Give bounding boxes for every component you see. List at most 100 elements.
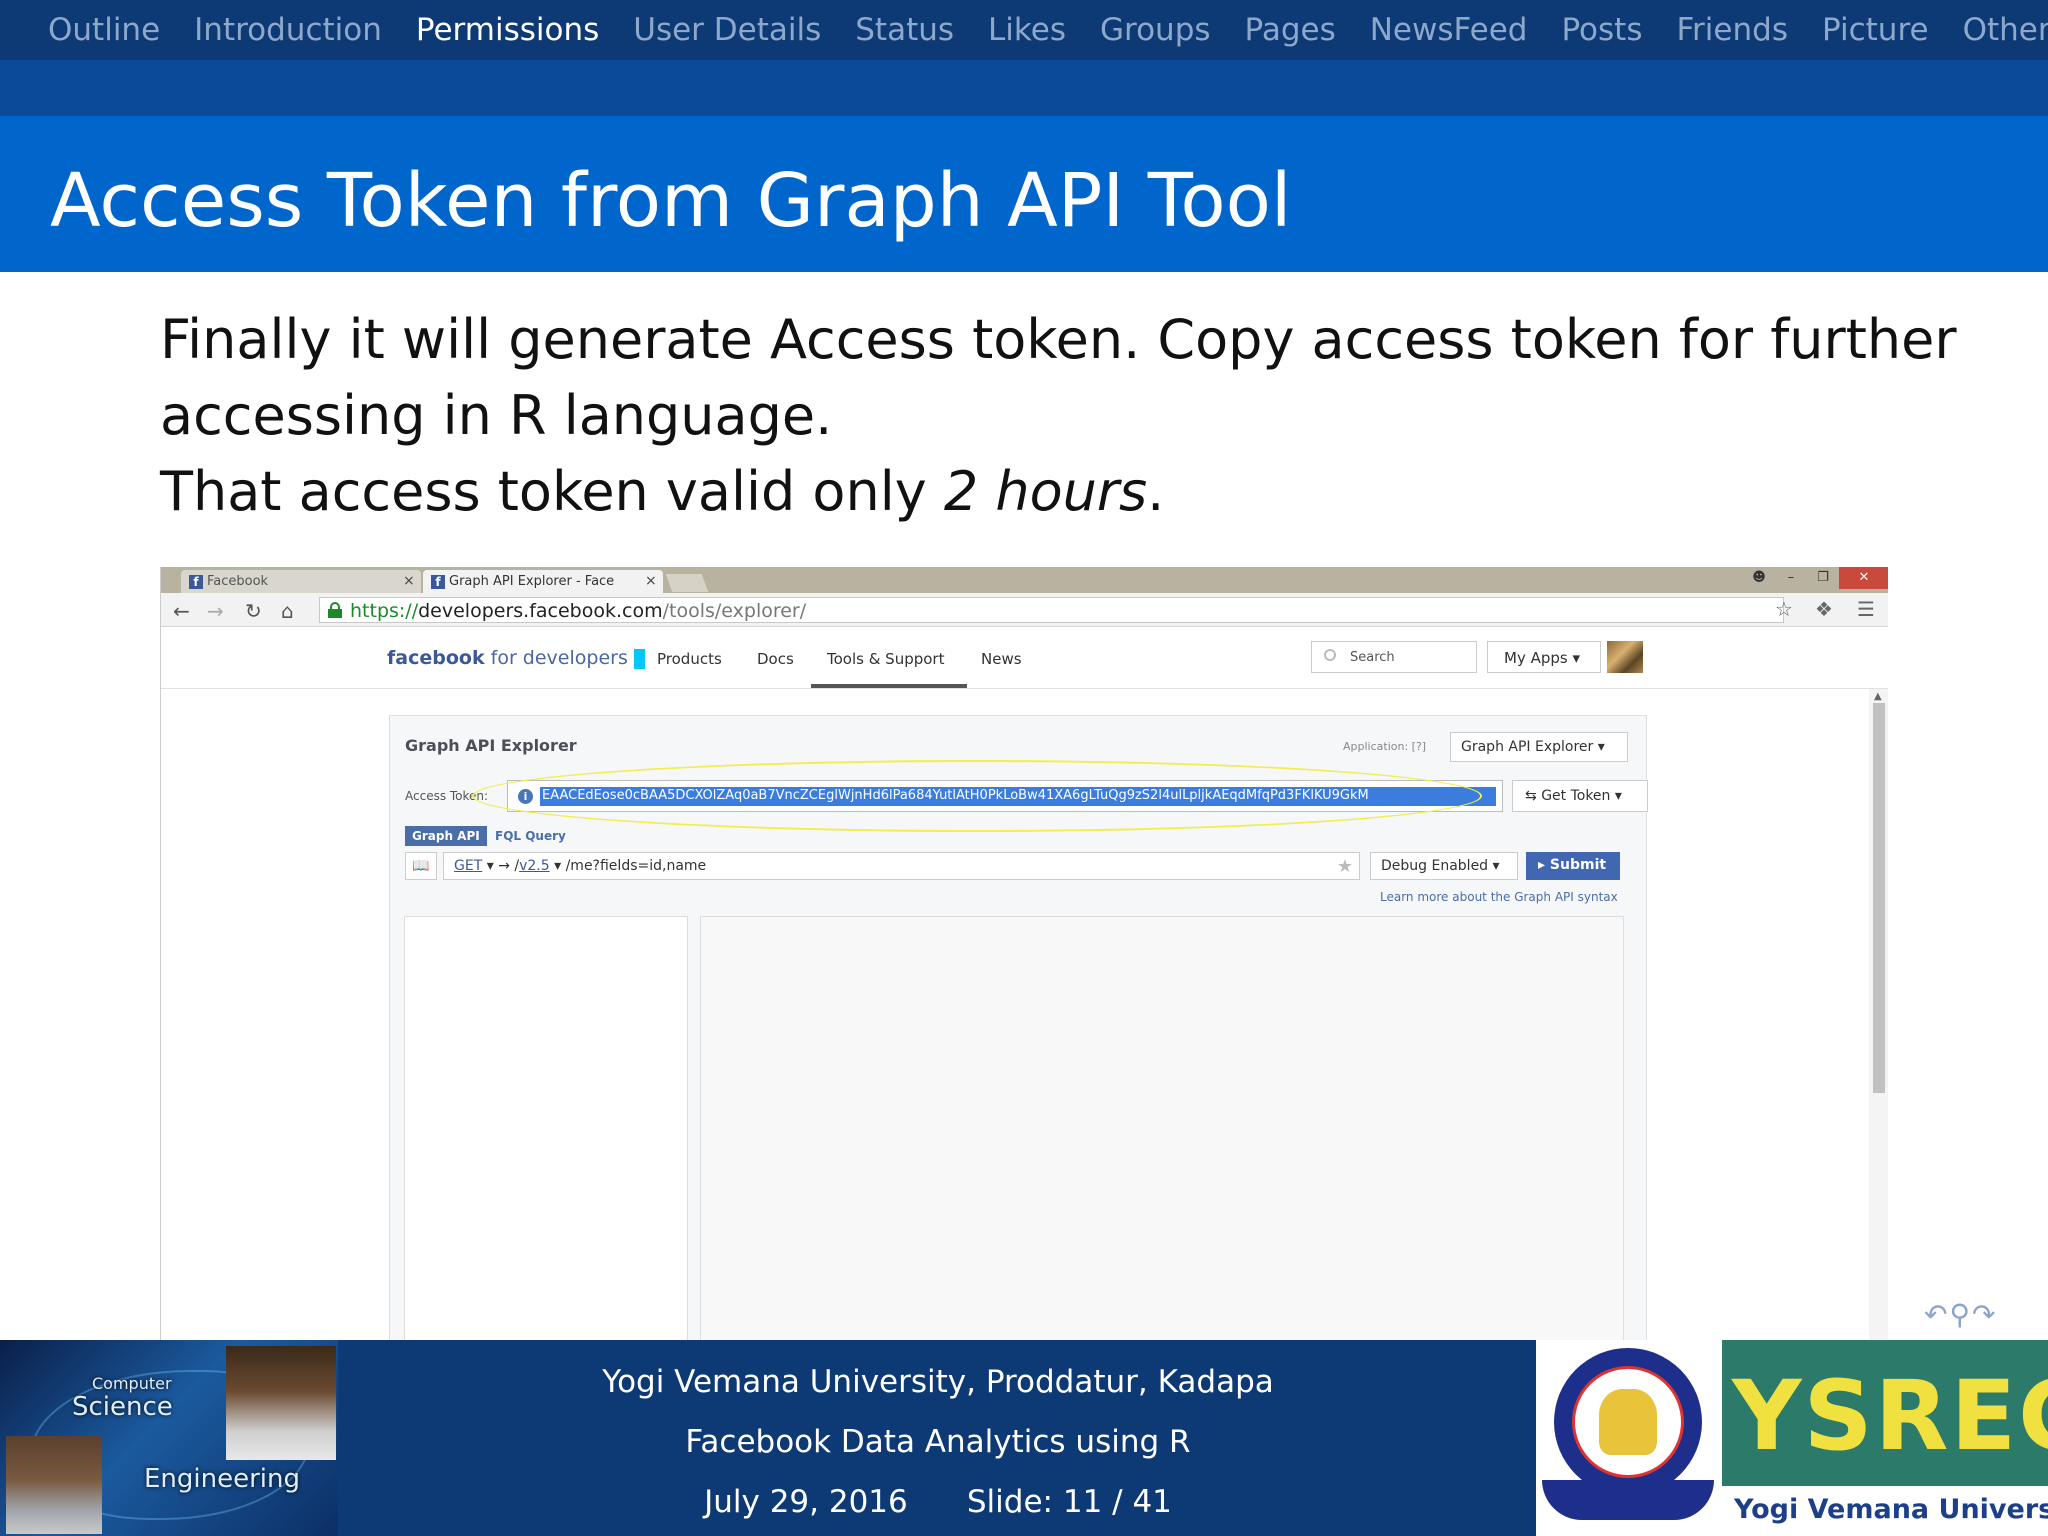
fb-search-placeholder: Search — [1350, 650, 1395, 665]
url-path: /tools/explorer/ — [662, 600, 807, 622]
query-input[interactable]: GET ▾ → /v2.5 ▾ /me?fields=id,name ★ — [443, 852, 1360, 880]
scroll-thumb[interactable] — [1873, 703, 1885, 1093]
subsection-bar — [0, 60, 2048, 116]
close-tab-icon[interactable]: × — [403, 573, 415, 589]
nav-item-newsfeed[interactable]: NewsFeed — [1370, 12, 1528, 48]
help-link[interactable]: [?] — [1412, 740, 1426, 753]
fb-nav-news[interactable]: News — [981, 650, 1022, 668]
query-path: /me?fields=id,name — [565, 858, 707, 874]
ysrec-logo-text: YSREC — [1732, 1360, 2048, 1472]
browser-tab-label: Graph API Explorer - Face — [449, 574, 615, 589]
nav-item-friends[interactable]: Friends — [1676, 12, 1787, 48]
user-icon[interactable]: ☻ — [1743, 567, 1775, 589]
submit-label: Submit — [1549, 857, 1607, 873]
body-line-3-emphasis: 2 hours — [943, 460, 1148, 523]
browser-screenshot: f Facebook × f Graph API Explorer - Face… — [160, 567, 1888, 1340]
forward-icon[interactable]: → — [207, 599, 224, 623]
browser-tab-graph-api-explorer[interactable]: f Graph API Explorer - Face × — [423, 570, 663, 593]
search-icon — [1324, 649, 1336, 661]
footer-date-slide: July 29, 2016 Slide: 11 / 41 — [338, 1484, 1538, 1520]
menu-icon[interactable]: ☰ — [1857, 597, 1875, 621]
url-host: developers.facebook.com — [418, 600, 663, 622]
application-select-value: Graph API Explorer — [1461, 739, 1594, 755]
body-line-3-prefix: That access token valid only — [160, 460, 944, 523]
swap-icon: ⇆ — [1525, 788, 1537, 804]
fb-nav-products[interactable]: Products — [657, 650, 722, 668]
section-navigation: Outline Introduction Permissions User De… — [0, 0, 2048, 60]
slide-footer: Computer Science Engineering Yogi Vemana… — [0, 1340, 2048, 1536]
ysrec-logo: YSREC Yogi Vemana University — [1722, 1340, 2048, 1536]
body-line-1: Finally it will generate Access token. C… — [160, 308, 1957, 371]
body-line-3: That access token valid only 2 hours. — [160, 460, 1164, 523]
avatar[interactable] — [1607, 641, 1643, 673]
get-token-button[interactable]: ⇆ Get Token ▾ — [1512, 780, 1648, 812]
nav-item-others[interactable]: Others — [1963, 12, 2048, 48]
facebook-favicon-icon: f — [189, 575, 203, 589]
tab-fql-query[interactable]: FQL Query — [495, 829, 566, 843]
nav-item-user-details[interactable]: User Details — [633, 12, 821, 48]
fb-developers-logo[interactable]: facebook for developers — [387, 647, 645, 669]
tab-graph-api[interactable]: Graph API — [405, 826, 487, 846]
nav-item-likes[interactable]: Likes — [988, 12, 1066, 48]
close-tab-icon[interactable]: × — [645, 573, 657, 589]
submit-button[interactable]: ▸ Submit — [1526, 852, 1620, 880]
nav-item-permissions[interactable]: Permissions — [416, 12, 599, 48]
fb-logo-suffix: for developers — [490, 647, 628, 669]
home-icon[interactable]: ⌂ — [281, 599, 294, 623]
play-icon: ▸ — [1538, 857, 1546, 873]
my-apps-label: My Apps — [1504, 649, 1568, 667]
scroll-up-icon[interactable]: ▲ — [1874, 691, 1882, 702]
star-icon[interactable]: ★ — [1337, 856, 1353, 877]
presenter-photo — [226, 1346, 336, 1460]
browser-tab-strip: f Facebook × f Graph API Explorer - Face… — [161, 567, 1888, 593]
dropbox-icon[interactable]: ❖ — [1815, 597, 1833, 621]
response-pane[interactable] — [700, 916, 1624, 1340]
slide-title: Access Token from Graph API Tool — [50, 158, 1292, 244]
book-icon[interactable]: 📖 — [405, 852, 437, 880]
fb-developers-header: facebook for developers Products Docs To… — [161, 627, 1888, 689]
fb-nav-tools-support[interactable]: Tools & Support — [827, 650, 944, 668]
ysrec-subtitle: Yogi Vemana University — [1734, 1494, 2048, 1525]
application-select[interactable]: Graph API Explorer ▾ — [1450, 732, 1628, 762]
close-window-icon[interactable]: ✕ — [1839, 567, 1888, 589]
http-method-select[interactable]: GET — [454, 858, 482, 874]
nav-item-posts[interactable]: Posts — [1561, 12, 1642, 48]
footer-course: Facebook Data Analytics using R — [685, 1424, 1191, 1460]
url-input[interactable]: https://developers.facebook.com/tools/ex… — [319, 597, 1784, 623]
browser-tab-label: Facebook — [207, 574, 269, 589]
nav-item-pages[interactable]: Pages — [1245, 12, 1336, 48]
learn-more-link[interactable]: Learn more about the Graph API syntax — [1380, 890, 1618, 904]
nav-item-outline[interactable]: Outline — [48, 12, 160, 48]
page-scrollbar[interactable]: ▲ — [1869, 689, 1888, 1340]
fb-search-input[interactable]: Search — [1311, 641, 1477, 673]
get-token-label: Get Token — [1541, 788, 1611, 804]
seal-inner-ring — [1572, 1366, 1684, 1478]
caret-down-icon: ▾ — [1597, 739, 1605, 755]
api-version-select[interactable]: v2.5 — [519, 858, 550, 874]
browser-tab-facebook[interactable]: f Facebook × — [181, 570, 421, 593]
nav-item-introduction[interactable]: Introduction — [194, 12, 382, 48]
beamer-navigation-icons[interactable]: ↶⚲↷ — [1924, 1298, 1997, 1331]
bookmark-star-icon[interactable]: ☆ — [1775, 597, 1793, 621]
restore-icon[interactable]: ❐ — [1807, 567, 1839, 589]
body-line-3-suffix: . — [1147, 460, 1165, 523]
debug-dropdown[interactable]: Debug Enabled ▾ — [1370, 852, 1518, 880]
new-tab-button[interactable] — [665, 574, 709, 592]
graph-api-explorer-panel: Graph API Explorer Application: [?] Grap… — [389, 715, 1648, 1340]
fb-nav-docs[interactable]: Docs — [757, 650, 794, 668]
nav-item-groups[interactable]: Groups — [1100, 12, 1211, 48]
node-fields-pane[interactable] — [404, 916, 688, 1340]
seal-outer-ring — [1554, 1348, 1702, 1496]
caret-down-icon: ▾ — [1614, 788, 1622, 804]
explorer-title: Graph API Explorer — [405, 736, 577, 755]
nav-item-status[interactable]: Status — [855, 12, 954, 48]
minimize-icon[interactable]: – — [1775, 567, 1807, 589]
caret-down-icon: ▾ — [1492, 858, 1500, 874]
back-icon[interactable]: ← — [173, 599, 190, 623]
my-apps-dropdown[interactable]: My Apps ▾ — [1487, 641, 1601, 673]
url-scheme: https:// — [350, 600, 419, 622]
footer-date: July 29, 2016 — [704, 1484, 908, 1520]
reload-icon[interactable]: ↻ — [245, 599, 262, 623]
window-controls: ☻ – ❐ ✕ — [1743, 567, 1888, 589]
nav-item-picture[interactable]: Picture — [1822, 12, 1929, 48]
